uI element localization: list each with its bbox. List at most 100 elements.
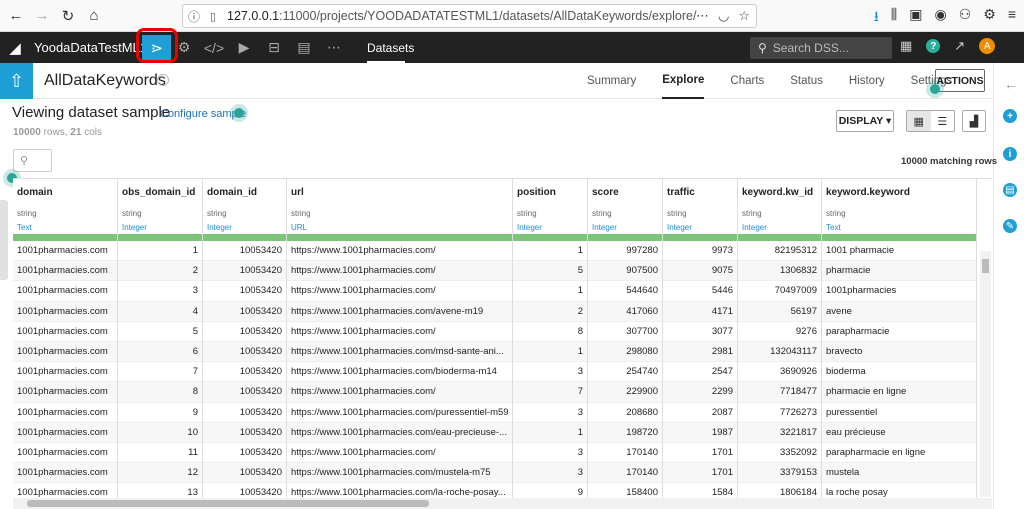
display-dropdown[interactable]: DISPLAY ▾	[836, 110, 894, 132]
column-header[interactable]: traffic string Integer	[663, 179, 737, 234]
table-cell[interactable]: 10053420	[203, 403, 286, 423]
vertical-scrollbar[interactable]	[980, 251, 991, 497]
table-cell[interactable]: 5	[118, 322, 202, 342]
column-name[interactable]: url	[291, 187, 304, 198]
column-meaning[interactable]: Integer	[517, 223, 542, 232]
column-meaning[interactable]: URL	[291, 223, 307, 232]
tab-status[interactable]: Status	[790, 63, 823, 99]
table-cell[interactable]: 3	[513, 403, 587, 423]
table-cell[interactable]: puressentiel	[822, 403, 976, 423]
validity-bar[interactable]	[588, 234, 662, 241]
table-cell[interactable]: 3379153	[738, 463, 821, 484]
table-cell[interactable]: 1001pharmacies.com	[13, 322, 117, 342]
table-cell[interactable]: 10053420	[203, 422, 286, 443]
activity-icon[interactable]: ↗	[954, 38, 965, 54]
table-cell[interactable]: 8	[118, 382, 202, 403]
table-cell[interactable]: https://www.1001pharmacies.com/bioderma-…	[287, 362, 512, 383]
table-cell[interactable]: 9	[513, 483, 587, 498]
download-icon[interactable]: ⭳	[874, 6, 879, 30]
table-cell[interactable]: 1806184	[738, 483, 821, 498]
table-cell[interactable]: eau précieuse	[822, 422, 976, 443]
table-cell[interactable]: 3352092	[738, 443, 821, 464]
table-search-input[interactable]: ⚲	[13, 149, 52, 172]
table-cell[interactable]: 3077	[663, 322, 737, 342]
extension-icon[interactable]: ⚇	[959, 6, 972, 30]
validity-bar[interactable]	[203, 234, 286, 241]
table-cell[interactable]: 7718477	[738, 382, 821, 403]
table-cell[interactable]: 3690926	[738, 362, 821, 383]
tab-explore[interactable]: Explore	[662, 63, 705, 99]
back-icon[interactable]: ←	[6, 6, 26, 26]
table-cell[interactable]: 1001pharmacies.com	[13, 483, 117, 498]
column-meaning[interactable]: Integer	[122, 223, 147, 232]
nav-datasets[interactable]: Datasets	[367, 41, 414, 55]
table-cell[interactable]: 10053420	[203, 241, 286, 262]
column-name[interactable]: keyword.keyword	[826, 187, 910, 198]
dss-logo-icon[interactable]: ◢	[0, 32, 30, 63]
table-cell[interactable]: 1001pharmacies.com	[13, 422, 117, 443]
validity-bar[interactable]	[287, 234, 512, 241]
chart-view-icon[interactable]: ▟	[962, 110, 986, 132]
column-name[interactable]: keyword.kw_id	[742, 187, 813, 198]
table-cell[interactable]: 298080	[588, 342, 662, 363]
table-cell[interactable]: https://www.1001pharmacies.com/puressent…	[287, 403, 512, 423]
table-cell[interactable]: 10053420	[203, 362, 286, 383]
table-cell[interactable]: 4	[118, 301, 202, 322]
table-cell[interactable]: avene	[822, 301, 976, 322]
code-icon[interactable]: </>	[199, 32, 229, 63]
table-cell[interactable]: 6	[118, 342, 202, 363]
table-cell[interactable]: 5446	[663, 281, 737, 302]
page-actions-icon[interactable]: ⋯	[696, 8, 709, 24]
table-cell[interactable]: 907500	[588, 261, 662, 282]
table-cell[interactable]: bioderma	[822, 362, 976, 383]
dashboard-icon[interactable]: ▤	[289, 32, 319, 63]
table-cell[interactable]: mustela	[822, 463, 976, 484]
project-name[interactable]: YoodaDataTestML1	[34, 40, 147, 55]
configure-hint-dot[interactable]	[234, 108, 244, 118]
validity-bar[interactable]	[738, 234, 821, 241]
table-cell[interactable]: 7	[118, 362, 202, 383]
table-cell[interactable]: 1001pharmacies.com	[13, 241, 117, 262]
table-cell[interactable]: 10053420	[203, 342, 286, 363]
table-cell[interactable]: 7	[513, 382, 587, 403]
table-cell[interactable]: 7726273	[738, 403, 821, 423]
table-cell[interactable]: 3	[513, 443, 587, 464]
table-cell[interactable]: 1001pharmacies	[822, 281, 976, 302]
column-name[interactable]: obs_domain_id	[122, 187, 195, 198]
home-icon[interactable]: ⌂	[84, 6, 104, 26]
table-cell[interactable]: 2981	[663, 342, 737, 363]
table-cell[interactable]: 8	[513, 322, 587, 342]
left-panel-handle[interactable]	[0, 200, 8, 280]
table-cell[interactable]: 1001 pharmacie	[822, 241, 976, 262]
table-cell[interactable]: 2547	[663, 362, 737, 383]
settings-icon[interactable]: ⚙	[983, 6, 996, 30]
table-cell[interactable]: 10053420	[203, 322, 286, 342]
table-cell[interactable]: la roche posay	[822, 483, 976, 498]
column-header[interactable]: domain string Text	[13, 179, 117, 234]
column-header[interactable]: url string URL	[287, 179, 512, 234]
table-cell[interactable]: 3221817	[738, 422, 821, 443]
tab-history[interactable]: History	[849, 63, 885, 99]
add-icon[interactable]: +	[1003, 109, 1017, 123]
list-view-icon[interactable]: ☰	[931, 111, 955, 131]
bookmark-star-icon[interactable]: ☆	[738, 8, 750, 24]
table-cell[interactable]: 1	[513, 241, 587, 262]
table-cell[interactable]: 208680	[588, 403, 662, 423]
column-meaning[interactable]: Text	[826, 223, 841, 232]
table-cell[interactable]: 1001pharmacies.com	[13, 362, 117, 383]
table-cell[interactable]: 10053420	[203, 261, 286, 282]
table-cell[interactable]: 1701	[663, 463, 737, 484]
table-cell[interactable]: parapharmacie	[822, 322, 976, 342]
table-cell[interactable]: https://www.1001pharmacies.com/	[287, 322, 512, 342]
table-cell[interactable]: pharmacie en ligne	[822, 382, 976, 403]
table-cell[interactable]: 1001pharmacies.com	[13, 281, 117, 302]
menu-icon[interactable]: ≡	[1008, 6, 1016, 30]
table-cell[interactable]: 158400	[588, 483, 662, 498]
table-cell[interactable]: 417060	[588, 301, 662, 322]
vertical-scroll-thumb[interactable]	[982, 259, 989, 273]
table-cell[interactable]: 1987	[663, 422, 737, 443]
column-header[interactable]: position string Integer	[513, 179, 587, 234]
column-name[interactable]: domain	[17, 187, 53, 198]
table-cell[interactable]: pharmacie	[822, 261, 976, 282]
table-cell[interactable]: 1	[513, 281, 587, 302]
